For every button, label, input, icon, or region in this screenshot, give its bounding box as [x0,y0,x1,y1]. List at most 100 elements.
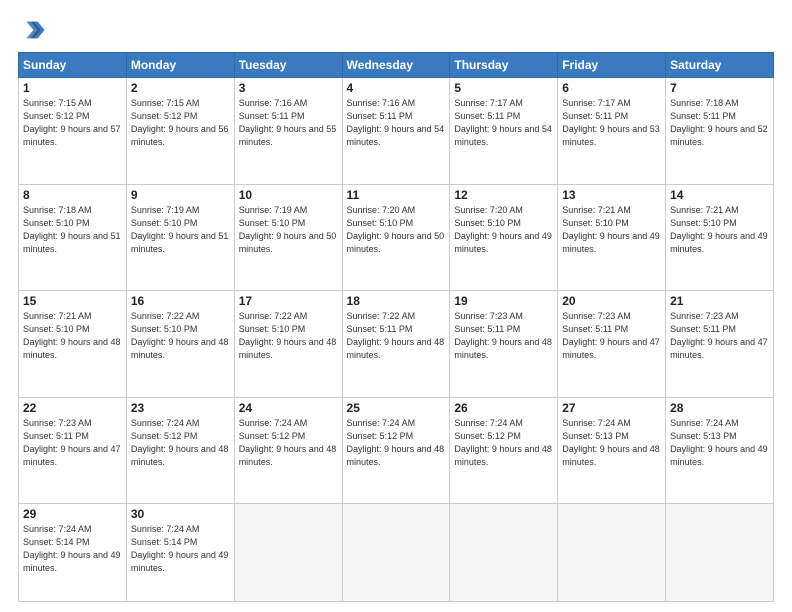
calendar-cell: 23 Sunrise: 7:24 AM Sunset: 5:12 PM Dayl… [126,397,234,504]
calendar-cell: 13 Sunrise: 7:21 AM Sunset: 5:10 PM Dayl… [558,184,666,291]
day-info: Sunrise: 7:19 AM Sunset: 5:10 PM Dayligh… [239,204,338,256]
calendar-cell [558,504,666,602]
weekday-header-thursday: Thursday [450,53,558,78]
header [18,16,774,44]
day-info: Sunrise: 7:16 AM Sunset: 5:11 PM Dayligh… [347,97,446,149]
calendar-cell: 15 Sunrise: 7:21 AM Sunset: 5:10 PM Dayl… [19,291,127,398]
day-info: Sunrise: 7:17 AM Sunset: 5:11 PM Dayligh… [562,97,661,149]
calendar-cell: 21 Sunrise: 7:23 AM Sunset: 5:11 PM Dayl… [666,291,774,398]
day-number: 25 [347,401,446,415]
weekday-header-tuesday: Tuesday [234,53,342,78]
calendar-cell [666,504,774,602]
day-number: 26 [454,401,553,415]
calendar-cell: 12 Sunrise: 7:20 AM Sunset: 5:10 PM Dayl… [450,184,558,291]
day-info: Sunrise: 7:18 AM Sunset: 5:11 PM Dayligh… [670,97,769,149]
calendar-table: SundayMondayTuesdayWednesdayThursdayFrid… [18,52,774,602]
day-number: 29 [23,507,122,521]
calendar-header: SundayMondayTuesdayWednesdayThursdayFrid… [19,53,774,78]
day-number: 3 [239,81,338,95]
day-number: 11 [347,188,446,202]
day-info: Sunrise: 7:15 AM Sunset: 5:12 PM Dayligh… [23,97,122,149]
calendar-cell [342,504,450,602]
weekday-header-saturday: Saturday [666,53,774,78]
weekday-row: SundayMondayTuesdayWednesdayThursdayFrid… [19,53,774,78]
day-info: Sunrise: 7:21 AM Sunset: 5:10 PM Dayligh… [562,204,661,256]
calendar-cell [234,504,342,602]
calendar-cell: 3 Sunrise: 7:16 AM Sunset: 5:11 PM Dayli… [234,78,342,185]
day-info: Sunrise: 7:21 AM Sunset: 5:10 PM Dayligh… [670,204,769,256]
day-info: Sunrise: 7:24 AM Sunset: 5:12 PM Dayligh… [347,417,446,469]
day-number: 20 [562,294,661,308]
calendar-cell: 19 Sunrise: 7:23 AM Sunset: 5:11 PM Dayl… [450,291,558,398]
calendar-cell: 10 Sunrise: 7:19 AM Sunset: 5:10 PM Dayl… [234,184,342,291]
day-number: 17 [239,294,338,308]
calendar-cell: 17 Sunrise: 7:22 AM Sunset: 5:10 PM Dayl… [234,291,342,398]
calendar-week-4: 22 Sunrise: 7:23 AM Sunset: 5:11 PM Dayl… [19,397,774,504]
day-info: Sunrise: 7:24 AM Sunset: 5:12 PM Dayligh… [131,417,230,469]
weekday-header-sunday: Sunday [19,53,127,78]
calendar-cell: 27 Sunrise: 7:24 AM Sunset: 5:13 PM Dayl… [558,397,666,504]
calendar-week-5: 29 Sunrise: 7:24 AM Sunset: 5:14 PM Dayl… [19,504,774,602]
calendar-cell: 6 Sunrise: 7:17 AM Sunset: 5:11 PM Dayli… [558,78,666,185]
day-number: 4 [347,81,446,95]
calendar-cell: 14 Sunrise: 7:21 AM Sunset: 5:10 PM Dayl… [666,184,774,291]
day-number: 9 [131,188,230,202]
day-number: 28 [670,401,769,415]
page: SundayMondayTuesdayWednesdayThursdayFrid… [0,0,792,612]
calendar-week-2: 8 Sunrise: 7:18 AM Sunset: 5:10 PM Dayli… [19,184,774,291]
day-info: Sunrise: 7:22 AM Sunset: 5:10 PM Dayligh… [239,310,338,362]
day-info: Sunrise: 7:19 AM Sunset: 5:10 PM Dayligh… [131,204,230,256]
day-number: 22 [23,401,122,415]
day-number: 7 [670,81,769,95]
day-info: Sunrise: 7:24 AM Sunset: 5:13 PM Dayligh… [562,417,661,469]
day-number: 21 [670,294,769,308]
calendar-week-1: 1 Sunrise: 7:15 AM Sunset: 5:12 PM Dayli… [19,78,774,185]
weekday-header-wednesday: Wednesday [342,53,450,78]
day-info: Sunrise: 7:22 AM Sunset: 5:11 PM Dayligh… [347,310,446,362]
day-number: 8 [23,188,122,202]
weekday-header-friday: Friday [558,53,666,78]
day-number: 12 [454,188,553,202]
day-info: Sunrise: 7:23 AM Sunset: 5:11 PM Dayligh… [562,310,661,362]
logo-icon [18,16,46,44]
calendar-cell: 11 Sunrise: 7:20 AM Sunset: 5:10 PM Dayl… [342,184,450,291]
day-info: Sunrise: 7:24 AM Sunset: 5:12 PM Dayligh… [239,417,338,469]
day-number: 10 [239,188,338,202]
calendar-cell [450,504,558,602]
day-info: Sunrise: 7:21 AM Sunset: 5:10 PM Dayligh… [23,310,122,362]
calendar-cell: 28 Sunrise: 7:24 AM Sunset: 5:13 PM Dayl… [666,397,774,504]
calendar-cell: 30 Sunrise: 7:24 AM Sunset: 5:14 PM Dayl… [126,504,234,602]
day-info: Sunrise: 7:15 AM Sunset: 5:12 PM Dayligh… [131,97,230,149]
day-number: 24 [239,401,338,415]
calendar-cell: 18 Sunrise: 7:22 AM Sunset: 5:11 PM Dayl… [342,291,450,398]
day-number: 15 [23,294,122,308]
calendar-cell: 8 Sunrise: 7:18 AM Sunset: 5:10 PM Dayli… [19,184,127,291]
day-number: 2 [131,81,230,95]
day-info: Sunrise: 7:23 AM Sunset: 5:11 PM Dayligh… [23,417,122,469]
day-info: Sunrise: 7:20 AM Sunset: 5:10 PM Dayligh… [454,204,553,256]
day-info: Sunrise: 7:16 AM Sunset: 5:11 PM Dayligh… [239,97,338,149]
calendar-cell: 24 Sunrise: 7:24 AM Sunset: 5:12 PM Dayl… [234,397,342,504]
day-info: Sunrise: 7:23 AM Sunset: 5:11 PM Dayligh… [670,310,769,362]
calendar-cell: 20 Sunrise: 7:23 AM Sunset: 5:11 PM Dayl… [558,291,666,398]
day-number: 30 [131,507,230,521]
day-info: Sunrise: 7:20 AM Sunset: 5:10 PM Dayligh… [347,204,446,256]
calendar-cell: 1 Sunrise: 7:15 AM Sunset: 5:12 PM Dayli… [19,78,127,185]
day-info: Sunrise: 7:17 AM Sunset: 5:11 PM Dayligh… [454,97,553,149]
day-number: 23 [131,401,230,415]
day-number: 1 [23,81,122,95]
calendar-cell: 5 Sunrise: 7:17 AM Sunset: 5:11 PM Dayli… [450,78,558,185]
calendar-week-3: 15 Sunrise: 7:21 AM Sunset: 5:10 PM Dayl… [19,291,774,398]
calendar-cell: 7 Sunrise: 7:18 AM Sunset: 5:11 PM Dayli… [666,78,774,185]
calendar-cell: 25 Sunrise: 7:24 AM Sunset: 5:12 PM Dayl… [342,397,450,504]
day-number: 16 [131,294,230,308]
day-info: Sunrise: 7:24 AM Sunset: 5:14 PM Dayligh… [23,523,122,575]
day-info: Sunrise: 7:23 AM Sunset: 5:11 PM Dayligh… [454,310,553,362]
calendar-cell: 4 Sunrise: 7:16 AM Sunset: 5:11 PM Dayli… [342,78,450,185]
day-number: 18 [347,294,446,308]
day-info: Sunrise: 7:24 AM Sunset: 5:13 PM Dayligh… [670,417,769,469]
calendar-cell: 22 Sunrise: 7:23 AM Sunset: 5:11 PM Dayl… [19,397,127,504]
calendar-cell: 29 Sunrise: 7:24 AM Sunset: 5:14 PM Dayl… [19,504,127,602]
day-number: 19 [454,294,553,308]
calendar-cell: 26 Sunrise: 7:24 AM Sunset: 5:12 PM Dayl… [450,397,558,504]
